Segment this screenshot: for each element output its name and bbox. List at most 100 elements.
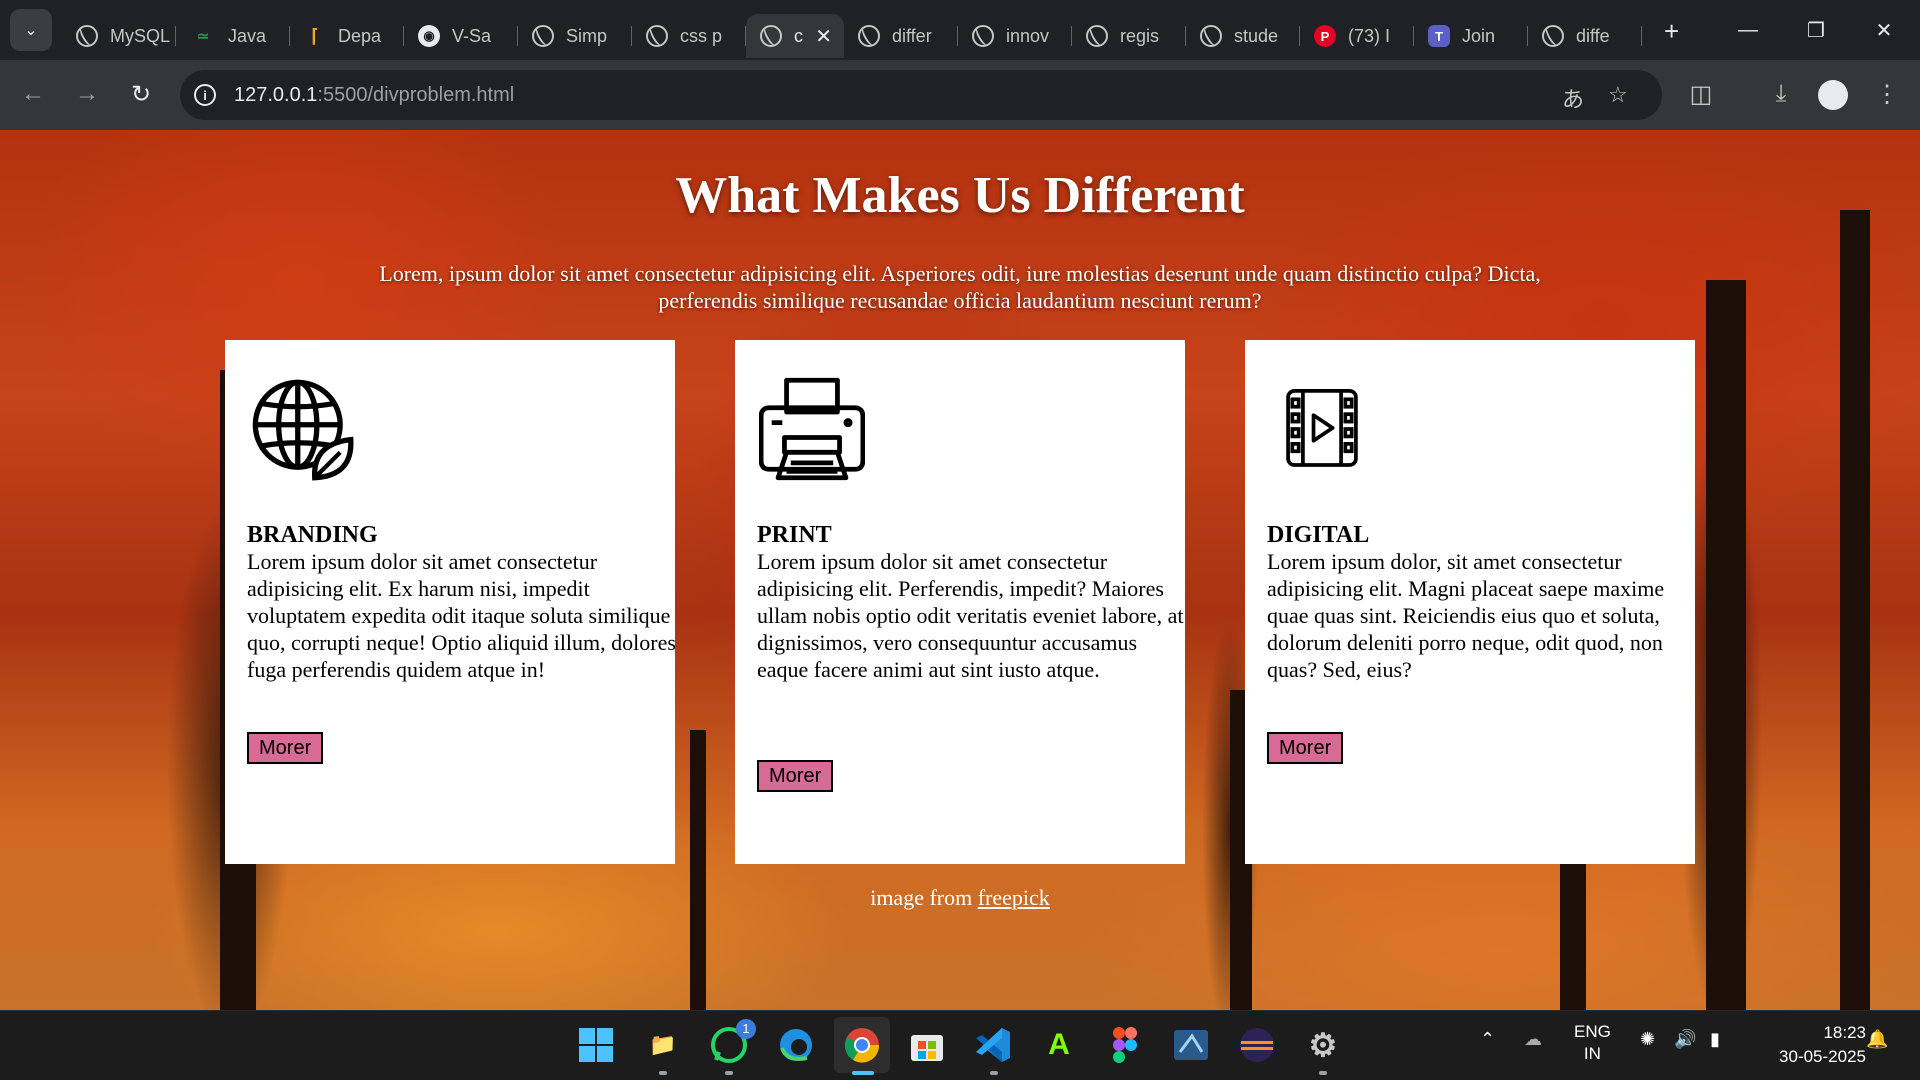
minimize-button[interactable]: — <box>1720 0 1776 60</box>
tab-title: stude <box>1234 25 1279 46</box>
site-info-icon[interactable]: i <box>194 84 216 106</box>
browser-tab[interactable]: diffe <box>1528 14 1642 58</box>
forward-arrow-icon[interactable]: → <box>72 80 102 108</box>
figma-icon[interactable] <box>1105 1025 1145 1065</box>
globe-icon <box>1086 25 1108 47</box>
microsoft-store-icon[interactable] <box>907 1025 947 1065</box>
browser-tab[interactable]: Simp <box>518 14 632 58</box>
download-icon[interactable]: ⤓ <box>1766 80 1796 108</box>
clock[interactable]: 18:23 30-05-2025 <box>1756 1021 1866 1069</box>
close-window-button[interactable]: ✕ <box>1856 0 1912 60</box>
tree-trunk-decoration <box>690 730 706 1010</box>
tab-title: Java <box>228 25 267 46</box>
file-explorer-icon[interactable]: 📁 <box>643 1025 683 1065</box>
globe-leaf-icon <box>252 379 354 481</box>
browser-tab[interactable]: P (73) I <box>1300 14 1414 58</box>
star-icon[interactable]: ☆ <box>1608 82 1628 108</box>
browser-tab[interactable]: css p <box>632 14 746 58</box>
image-credit: image from freepick <box>0 885 1920 911</box>
windows-start-icon[interactable] <box>576 1025 616 1065</box>
tab-title: (73) I <box>1348 25 1391 46</box>
reload-icon[interactable]: ↻ <box>126 80 156 109</box>
teams-icon: T <box>1428 25 1450 47</box>
tab-title: css p <box>680 25 723 46</box>
vscode-icon[interactable] <box>973 1025 1013 1065</box>
globe-icon <box>760 25 782 47</box>
language-indicator[interactable]: ENG IN <box>1574 1021 1611 1065</box>
tab-title: Join <box>1462 25 1496 46</box>
eclipse-icon[interactable] <box>1237 1025 1277 1065</box>
globe-icon <box>646 25 668 47</box>
running-indicator <box>1319 1071 1327 1075</box>
globe-icon <box>972 25 994 47</box>
globe-icon <box>1542 25 1564 47</box>
depa-icon: ⌈ <box>311 25 319 46</box>
browser-tab[interactable]: innov <box>958 14 1072 58</box>
github-icon: ◉ <box>418 25 440 47</box>
globe-icon <box>858 25 880 47</box>
clock-date: 30-05-2025 <box>1779 1047 1866 1066</box>
card-text: Lorem ipsum dolor sit amet consectetur a… <box>757 549 1184 682</box>
browser-tab[interactable]: MySQL <box>62 14 176 58</box>
credit-text: image from <box>870 885 978 910</box>
browser-tab-strip: ⌄ MySQL ≃ Java ⌈ Depa ◉ V-Sa Simp css p c ✕ … <box>0 0 1920 60</box>
card-text: Lorem ipsum dolor, sit amet consectetur … <box>1267 549 1665 682</box>
restore-button[interactable]: ❐ <box>1788 0 1844 60</box>
back-arrow-icon[interactable]: ← <box>18 80 48 108</box>
running-indicator <box>990 1071 998 1075</box>
more-button[interactable]: Morer <box>247 732 324 764</box>
snipping-tool-icon[interactable] <box>1171 1025 1211 1065</box>
notification-bell-icon[interactable]: 🔔 <box>1866 1029 1888 1050</box>
settings-gear-icon[interactable]: ⚙ <box>1303 1025 1343 1065</box>
translate-icon[interactable]: あ <box>1562 82 1584 114</box>
tab-search-button[interactable]: ⌄ <box>10 9 52 51</box>
volume-icon[interactable]: 🔊 <box>1674 1029 1696 1050</box>
chrome-icon[interactable] <box>834 1017 890 1073</box>
browser-tab[interactable]: T Join <box>1414 14 1528 58</box>
globe-icon <box>1200 25 1222 47</box>
close-tab-icon[interactable]: ✕ <box>815 24 832 49</box>
page-title: What Makes Us Different <box>675 167 1245 224</box>
new-tab-button[interactable]: + <box>1664 16 1679 47</box>
more-button[interactable]: Morer <box>1267 732 1344 764</box>
card-title: BRANDING <box>247 522 378 548</box>
running-indicator <box>725 1071 733 1075</box>
browser-tab[interactable]: ⌈ Depa <box>290 14 404 58</box>
tab-title: V-Sa <box>452 25 492 46</box>
feature-card-branding: BRANDING Lorem ipsum dolor sit amet cons… <box>225 340 676 864</box>
chevron-up-icon[interactable]: ⌃ <box>1480 1029 1495 1050</box>
browser-tab[interactable]: stude <box>1186 14 1300 58</box>
edge-icon[interactable] <box>776 1025 816 1065</box>
wifi-icon[interactable]: ✺ <box>1640 1029 1655 1050</box>
extensions-icon[interactable]: ◫ <box>1686 80 1716 109</box>
printer-icon <box>759 377 865 481</box>
language-code: ENG <box>1574 1022 1611 1041</box>
card-title: PRINT <box>757 522 832 548</box>
browser-tab[interactable]: regis <box>1072 14 1186 58</box>
notification-badge: 1 <box>736 1019 756 1039</box>
url-text[interactable]: 127.0.0.1:5500/divproblem.html <box>234 84 514 107</box>
browser-tab[interactable]: ◉ V-Sa <box>404 14 518 58</box>
url-host: 127.0.0.1 <box>234 83 318 106</box>
active-indicator <box>852 1071 874 1075</box>
region-code: IN <box>1583 1044 1601 1063</box>
page-viewport: What Makes Us Different Lorem, ipsum dol… <box>0 130 1920 1010</box>
credit-link[interactable]: freepick <box>978 885 1050 910</box>
more-button[interactable]: Morer <box>757 760 834 792</box>
film-play-icon <box>1286 388 1358 467</box>
tab-title: diffe <box>1576 25 1610 46</box>
tab-title: Simp <box>566 25 608 46</box>
address-bar[interactable]: i 127.0.0.1:5500/divproblem.html あ ☆ <box>180 70 1662 120</box>
browser-tab[interactable]: differ <box>844 14 958 58</box>
browser-tab-active[interactable]: c ✕ <box>746 14 844 58</box>
clock-time: 18:23 <box>1823 1023 1866 1042</box>
onedrive-icon[interactable]: ☁ <box>1524 1029 1542 1050</box>
tab-title: MySQL <box>110 25 171 46</box>
font-app-icon[interactable]: A <box>1039 1025 1079 1065</box>
card-title: DIGITAL <box>1267 522 1370 548</box>
profile-avatar[interactable] <box>1818 80 1848 110</box>
browser-tab[interactable]: ≃ Java <box>176 14 290 58</box>
globe-icon <box>76 25 98 47</box>
menu-kebab-icon[interactable]: ⋮ <box>1872 80 1902 109</box>
battery-icon[interactable]: ▮ <box>1710 1029 1720 1050</box>
